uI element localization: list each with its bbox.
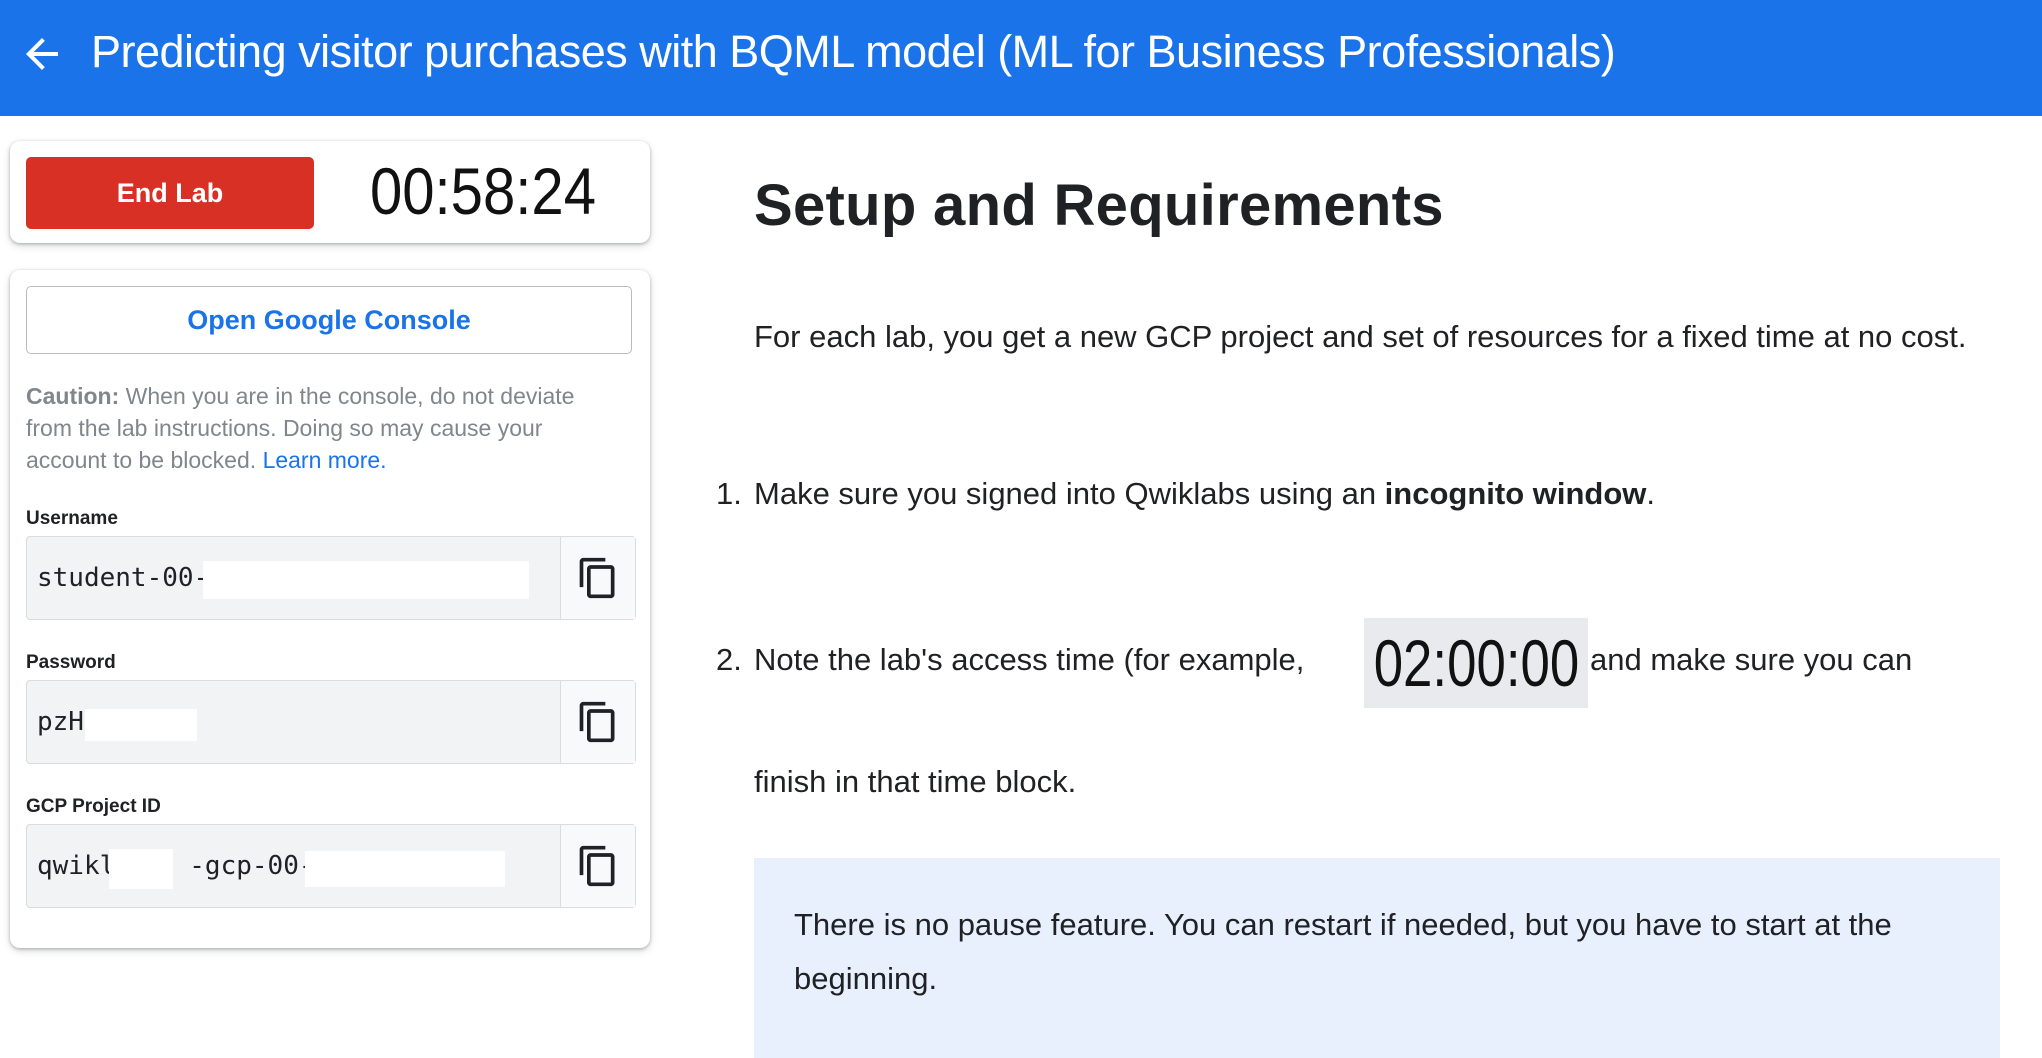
caution-message: Caution: When you are in the console, do…	[26, 380, 626, 476]
copy-icon	[579, 845, 615, 887]
step-1-number: 1.	[716, 476, 742, 511]
password-label: Password	[26, 652, 116, 673]
time-example-text: 02:00:00	[1373, 626, 1579, 700]
step-1-text: Make sure you signed into Qwiklabs using…	[754, 476, 1655, 512]
step-2-number: 2.	[716, 642, 742, 677]
time-example-image: 02:00:00	[1364, 618, 1588, 708]
lab-title: Predicting visitor purchases with BQML m…	[91, 26, 1616, 77]
end-lab-button[interactable]: End Lab	[26, 157, 314, 229]
username-field[interactable]: student-00-	[26, 536, 636, 620]
gcp-project-id-value[interactable]: qwikl -gcp-00-8	[37, 825, 330, 907]
gcp-project-id-value-prefix: qwikl	[37, 851, 116, 881]
password-value[interactable]: pzH	[37, 681, 84, 763]
step-1-text-after: .	[1646, 476, 1656, 511]
incognito-window-text: incognito window	[1384, 476, 1647, 511]
credentials-card: Open Google Console Caution: When you ar…	[10, 270, 650, 948]
step-2-text-before: Note the lab's access time (for example,	[754, 642, 1305, 677]
section-heading: Setup and Requirements	[754, 173, 1444, 238]
learn-more-link[interactable]: Learn more.	[263, 447, 387, 473]
password-field[interactable]: pzH	[26, 680, 636, 764]
lab-timer: 00:58:24	[369, 154, 597, 228]
intro-paragraph: For each lab, you get a new GCP project …	[754, 319, 1967, 354]
caution-label: Caution:	[26, 383, 120, 409]
redacted-area	[203, 561, 529, 599]
step-2-text-line2: finish in that time block.	[754, 764, 1077, 799]
redacted-area	[85, 709, 197, 741]
arrow-back-icon	[26, 38, 58, 70]
redacted-area	[305, 851, 505, 887]
copy-password-button[interactable]	[560, 681, 635, 763]
username-label: Username	[26, 508, 118, 529]
step-1-text-before: Make sure you signed into Qwiklabs using…	[754, 476, 1385, 511]
back-button[interactable]	[18, 30, 66, 78]
gcp-project-id-field[interactable]: qwikl -gcp-00-8	[26, 824, 636, 908]
top-app-bar: Predicting visitor purchases with BQML m…	[0, 0, 2042, 116]
copy-icon	[579, 557, 615, 599]
step-2-text-after: and make sure you can	[1590, 642, 1913, 677]
gcp-project-id-label: GCP Project ID	[26, 796, 161, 817]
copy-icon	[579, 701, 615, 743]
note-text: There is no pause feature. You can resta…	[794, 907, 1892, 996]
username-value[interactable]: student-00-	[37, 537, 209, 619]
copy-username-button[interactable]	[560, 537, 635, 619]
copy-project-id-button[interactable]	[560, 825, 635, 907]
redacted-area	[109, 849, 173, 889]
note-box: There is no pause feature. You can resta…	[754, 858, 2000, 1058]
lab-control-card: End Lab 00:58:24	[10, 141, 650, 243]
open-google-console-button[interactable]: Open Google Console	[26, 286, 632, 354]
